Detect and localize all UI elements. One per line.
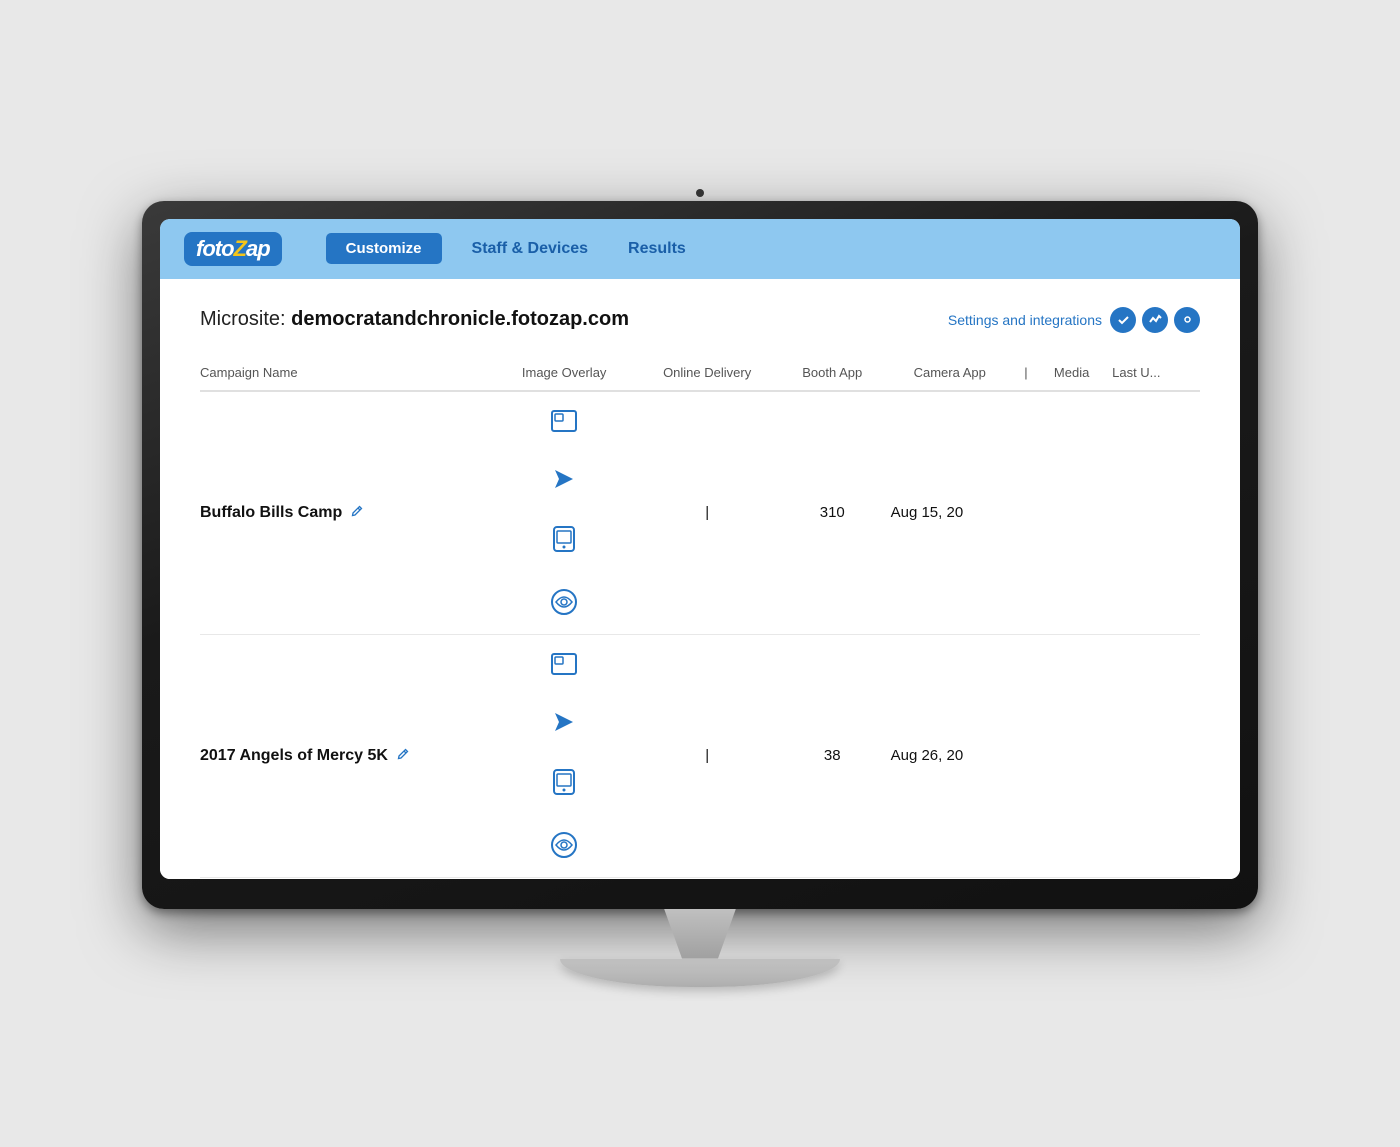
last-used-cell: Aug 26, 20 [891,634,1021,877]
microsite-title: Microsite: democratandchronicle.fotozap.… [200,308,629,331]
media-count-cell: 55 [786,877,891,879]
edit-icon[interactable] [396,747,410,764]
microsite-url[interactable]: democratandchronicle.fotozap.com [291,308,629,330]
media-count-cell: 310 [786,391,891,635]
microsite-header: Microsite: democratandchronicle.fotozap.… [200,307,1200,333]
col-image-overlay: Image Overlay [500,355,640,391]
logo-zap: Z [234,236,246,261]
last-used-cell: Sep 23, 20 [891,877,1021,879]
booth-app-cell[interactable] [500,751,640,813]
monitor-neck [640,909,760,959]
table-header-row: Campaign Name Image Overlay Online Deliv… [200,355,1200,391]
campaign-name-text: Buffalo Bills Camp [200,504,342,522]
booth-app-cell[interactable] [500,508,640,570]
table-row: 2017 Angels of Mercy 5K | 38 Aug 26, 20 [200,634,1200,877]
navbar: fotoZap Customize Staff & Devices Result… [160,219,1240,279]
logo-area: fotoZap [184,232,290,266]
monitor-screen-bezel: fotoZap Customize Staff & Devices Result… [160,219,1240,879]
monitor-outer: fotoZap Customize Staff & Devices Result… [142,201,1258,909]
campaign-name-cell[interactable]: 2017 Angels of Mercy 5K [200,634,500,877]
last-used-cell: Aug 15, 20 [891,391,1021,635]
media-count-cell: 38 [786,634,891,877]
settings-link[interactable]: Settings and integrations [948,307,1200,333]
col-booth-app: Booth App [786,355,891,391]
camera-app-cell[interactable] [500,570,640,634]
main-content: Microsite: democratandchronicle.fotozap.… [160,279,1240,879]
microsite-label: Microsite: [200,308,286,330]
col-online-delivery: Online Delivery [640,355,786,391]
image-overlay-cell[interactable] [500,635,640,693]
separator-cell: | [640,391,786,635]
col-campaign-name: Campaign Name [200,355,500,391]
logo-box: fotoZap [184,232,282,266]
campaign-name-cell[interactable]: Buffalo Bills Camp [200,391,500,635]
edit-icon[interactable] [350,504,364,521]
customize-button[interactable]: Customize [326,233,442,264]
analytics-icon [1142,307,1168,333]
col-media: Media [1043,355,1112,391]
separator-cell: | [640,634,786,877]
camera-app-cell[interactable] [500,813,640,877]
online-delivery-cell[interactable] [500,450,640,508]
webcam-dot [696,189,704,197]
staff-devices-link[interactable]: Staff & Devices [462,240,599,258]
image-overlay-cell[interactable] [500,878,640,879]
separator-cell: | [640,877,786,879]
monitor-base [560,959,840,987]
table-row: Food and Wine 2017 | 55 Sep 23, 20 [200,877,1200,879]
col-last-used: Last U... [1112,355,1200,391]
settings-gear-icon [1174,307,1200,333]
settings-icon-group [1110,307,1200,333]
chart-icon [1110,307,1136,333]
image-overlay-cell[interactable] [500,392,640,450]
logo-text: fotoZap [196,236,270,261]
table-row: Buffalo Bills Camp | 310 Aug 15, 20 [200,391,1200,635]
screen-content: fotoZap Customize Staff & Devices Result… [160,219,1240,879]
results-link[interactable]: Results [618,240,696,258]
campaign-name-text: 2017 Angels of Mercy 5K [200,747,388,765]
campaign-table: Campaign Name Image Overlay Online Deliv… [200,355,1200,879]
col-separator: | [1021,355,1043,391]
online-delivery-cell[interactable] [500,693,640,751]
campaign-name-cell[interactable]: Food and Wine 2017 [200,877,500,879]
settings-label: Settings and integrations [948,312,1102,328]
col-camera-app: Camera App [891,355,1021,391]
monitor-wrapper: fotoZap Customize Staff & Devices Result… [142,201,1258,987]
